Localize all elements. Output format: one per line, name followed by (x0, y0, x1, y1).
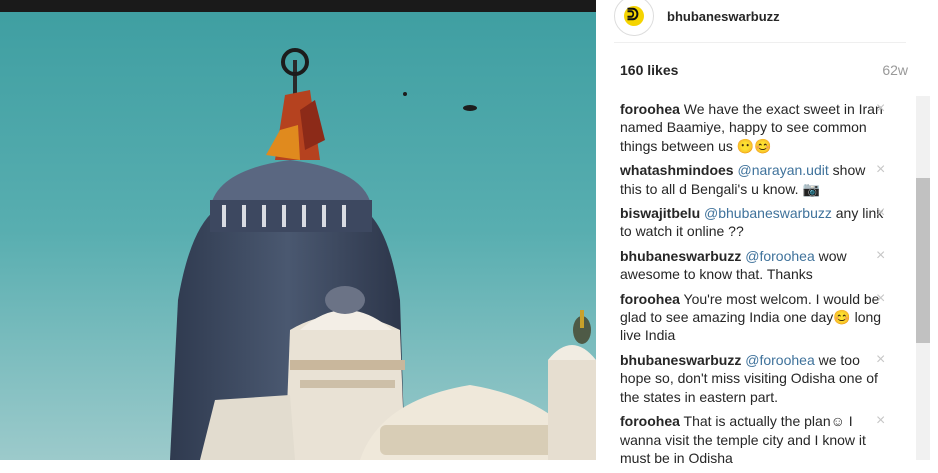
comment-mention[interactable]: @foroohea (745, 248, 814, 264)
avatar[interactable]: ᕲ (614, 0, 654, 36)
comment-username[interactable]: foroohea (620, 413, 680, 429)
temple-photo (0, 0, 596, 460)
comment-username[interactable]: biswajitbelu (620, 205, 700, 221)
comment-username[interactable]: bhubaneswarbuzz (620, 248, 741, 264)
comment-username[interactable]: whatashmindoes (620, 162, 734, 178)
post-header: ᕲ bhubaneswarbuzz (614, 0, 906, 43)
delete-comment-icon[interactable]: × (876, 351, 885, 369)
comment-list: foroohea We have the exact sweet in Iran… (620, 100, 888, 473)
comment-scrollbar-thumb[interactable] (916, 178, 930, 343)
post-age[interactable]: 62w (882, 62, 908, 78)
delete-comment-icon[interactable]: × (876, 290, 885, 308)
comment-item: foroohea We have the exact sweet in Iran… (620, 100, 888, 155)
comment-item: foroohea That is actually the plan☺ I wa… (620, 412, 888, 467)
comment-username[interactable]: foroohea (620, 101, 680, 117)
delete-comment-icon[interactable]: × (876, 204, 885, 222)
comment-item: bhubaneswarbuzz @foroohea wow awesome to… (620, 247, 888, 284)
comment-username[interactable]: bhubaneswarbuzz (620, 352, 741, 368)
comment-item: biswajitbelu @bhubaneswarbuzz any link t… (620, 204, 888, 241)
likes-count[interactable]: 160 likes (620, 62, 678, 78)
delete-comment-icon[interactable]: × (876, 412, 885, 430)
comment-item: foroohea You're most welcom. I would be … (620, 290, 888, 345)
comment-mention[interactable]: @bhubaneswarbuzz (704, 205, 832, 221)
post-sidebar: ᕲ bhubaneswarbuzz 160 likes 62w foroohea… (596, 0, 938, 466)
post-photo (0, 0, 596, 460)
comment-item: whatashmindoes @narayan.udit show this t… (620, 161, 888, 198)
comment-username[interactable]: foroohea (620, 291, 680, 307)
comment-mention[interactable]: @narayan.udit (737, 162, 828, 178)
delete-comment-icon[interactable]: × (876, 247, 885, 265)
comment-item: bhubaneswarbuzz @foroohea we too hope so… (620, 351, 888, 406)
delete-comment-icon[interactable]: × (876, 100, 885, 118)
delete-comment-icon[interactable]: × (876, 161, 885, 179)
likes-row: 160 likes 62w (620, 62, 908, 78)
comment-mention[interactable]: @foroohea (745, 352, 814, 368)
post-username[interactable]: bhubaneswarbuzz (667, 9, 780, 24)
